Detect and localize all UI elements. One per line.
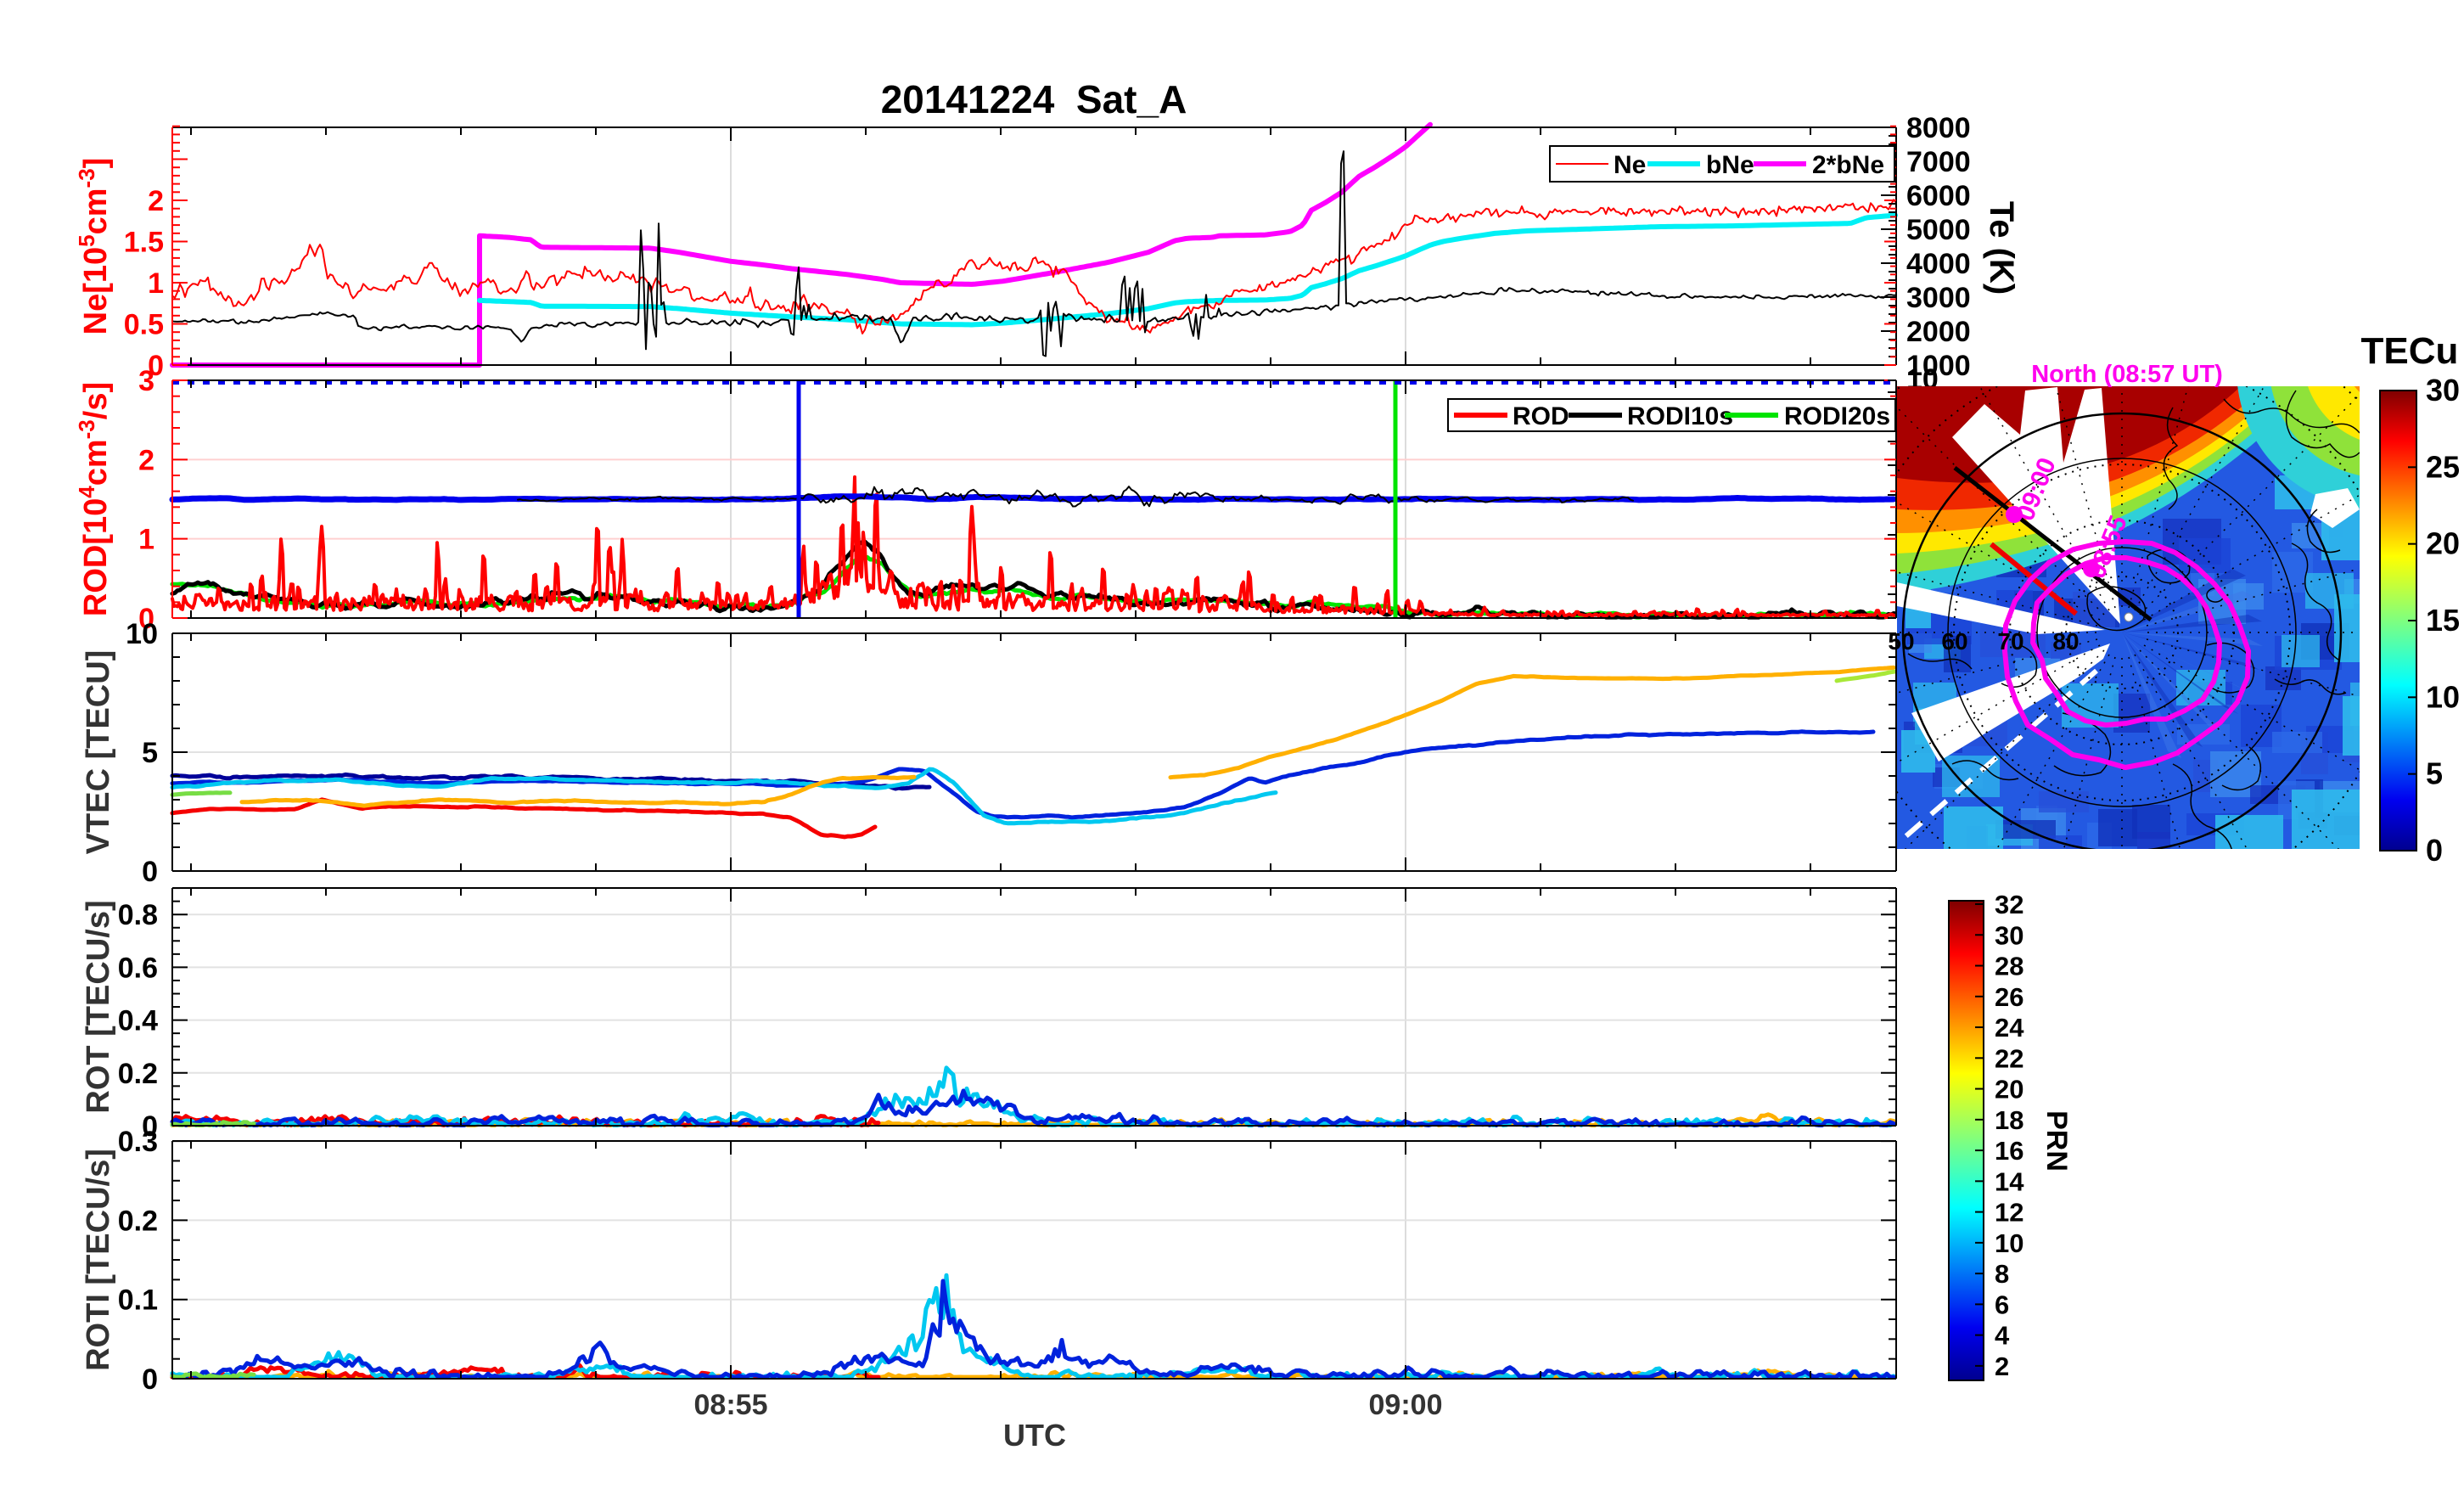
svg-text:ROT [TECU/s]: ROT [TECU/s] (81, 900, 116, 1113)
svg-text:6000: 6000 (1906, 180, 1971, 212)
svg-text:1.5: 1.5 (124, 227, 164, 259)
svg-text:20141224 Sat_A: 20141224 Sat_A (881, 77, 1187, 121)
svg-text:20: 20 (2426, 526, 2460, 561)
svg-text:3000: 3000 (1906, 282, 1971, 314)
svg-text:0.4: 0.4 (118, 1005, 158, 1037)
svg-text:10: 10 (126, 618, 158, 650)
svg-text:1: 1 (148, 267, 164, 300)
svg-text:60: 60 (1941, 628, 1967, 655)
svg-text:30: 30 (2426, 373, 2460, 407)
svg-text:28: 28 (1995, 952, 2023, 981)
svg-text:7000: 7000 (1906, 146, 1971, 178)
svg-text:8000: 8000 (1906, 112, 1971, 144)
svg-text:0: 0 (2426, 833, 2443, 868)
svg-text:0.8: 0.8 (118, 899, 158, 931)
svg-text:3: 3 (138, 365, 154, 397)
svg-text:20: 20 (1995, 1075, 2023, 1104)
svg-text:09:00: 09:00 (1369, 1389, 1443, 1421)
svg-text:UTC: UTC (1003, 1418, 1066, 1453)
svg-text:0.2: 0.2 (118, 1058, 158, 1090)
svg-text:10: 10 (1995, 1228, 2023, 1258)
svg-text:24: 24 (1995, 1013, 2024, 1043)
svg-text:Te (K): Te (K) (1983, 201, 2020, 295)
svg-text:14: 14 (1995, 1166, 2024, 1196)
svg-text:RODI10s: RODI10s (1627, 402, 1733, 430)
svg-text:5000: 5000 (1906, 214, 1971, 246)
svg-text:12: 12 (1995, 1198, 2023, 1228)
svg-text:ROTI [TECU/s]: ROTI [TECU/s] (81, 1149, 116, 1371)
svg-text:50: 50 (1888, 628, 1914, 655)
svg-text:TECu: TECu (2361, 330, 2459, 372)
svg-text:18: 18 (1995, 1105, 2023, 1135)
svg-text:0: 0 (142, 856, 158, 888)
svg-text:Ne: Ne (1614, 151, 1646, 179)
svg-text:PRN: PRN (2040, 1110, 2073, 1172)
svg-text:25: 25 (2426, 449, 2460, 484)
svg-text:1: 1 (138, 524, 154, 556)
svg-text:VTEC [TECU]: VTEC [TECU] (81, 650, 116, 855)
svg-text:22: 22 (1995, 1043, 2023, 1073)
svg-text:ROD[104cm-3/s]: ROD[104cm-3/s] (74, 382, 114, 616)
svg-text:08:55: 08:55 (694, 1389, 768, 1421)
svg-text:4: 4 (1995, 1321, 2010, 1351)
svg-text:0.6: 0.6 (118, 952, 158, 984)
svg-text:5: 5 (2426, 756, 2443, 791)
svg-text:RODI20s: RODI20s (1784, 402, 1890, 430)
svg-text:0: 0 (142, 1363, 158, 1396)
svg-text:15: 15 (2426, 603, 2460, 638)
svg-text:8: 8 (1995, 1259, 2009, 1289)
svg-text:0.2: 0.2 (118, 1205, 158, 1237)
svg-text:0.5: 0.5 (124, 309, 164, 341)
svg-text:70: 70 (1997, 628, 2023, 655)
svg-text:bNe: bNe (1706, 151, 1754, 179)
svg-text:2: 2 (138, 444, 154, 476)
svg-text:26: 26 (1995, 982, 2023, 1012)
svg-text:2*bNe: 2*bNe (1812, 151, 1884, 179)
svg-text:0.3: 0.3 (118, 1126, 158, 1158)
svg-text:ROD: ROD (1513, 402, 1569, 430)
svg-text:0.1: 0.1 (118, 1284, 158, 1317)
svg-text:2: 2 (148, 185, 164, 217)
svg-text:4000: 4000 (1906, 248, 1971, 280)
svg-text:16: 16 (1995, 1136, 2023, 1166)
svg-text:30: 30 (1995, 920, 2023, 950)
svg-text:80: 80 (2052, 628, 2079, 655)
svg-text:10: 10 (2426, 679, 2460, 714)
svg-text:5: 5 (142, 737, 158, 769)
svg-text:6: 6 (1995, 1290, 2009, 1319)
svg-text:North (08:57 UT): North (08:57 UT) (2031, 361, 2223, 388)
svg-text:2000: 2000 (1906, 316, 1971, 348)
svg-text:2: 2 (1995, 1352, 2009, 1381)
svg-text:32: 32 (1995, 890, 2023, 919)
